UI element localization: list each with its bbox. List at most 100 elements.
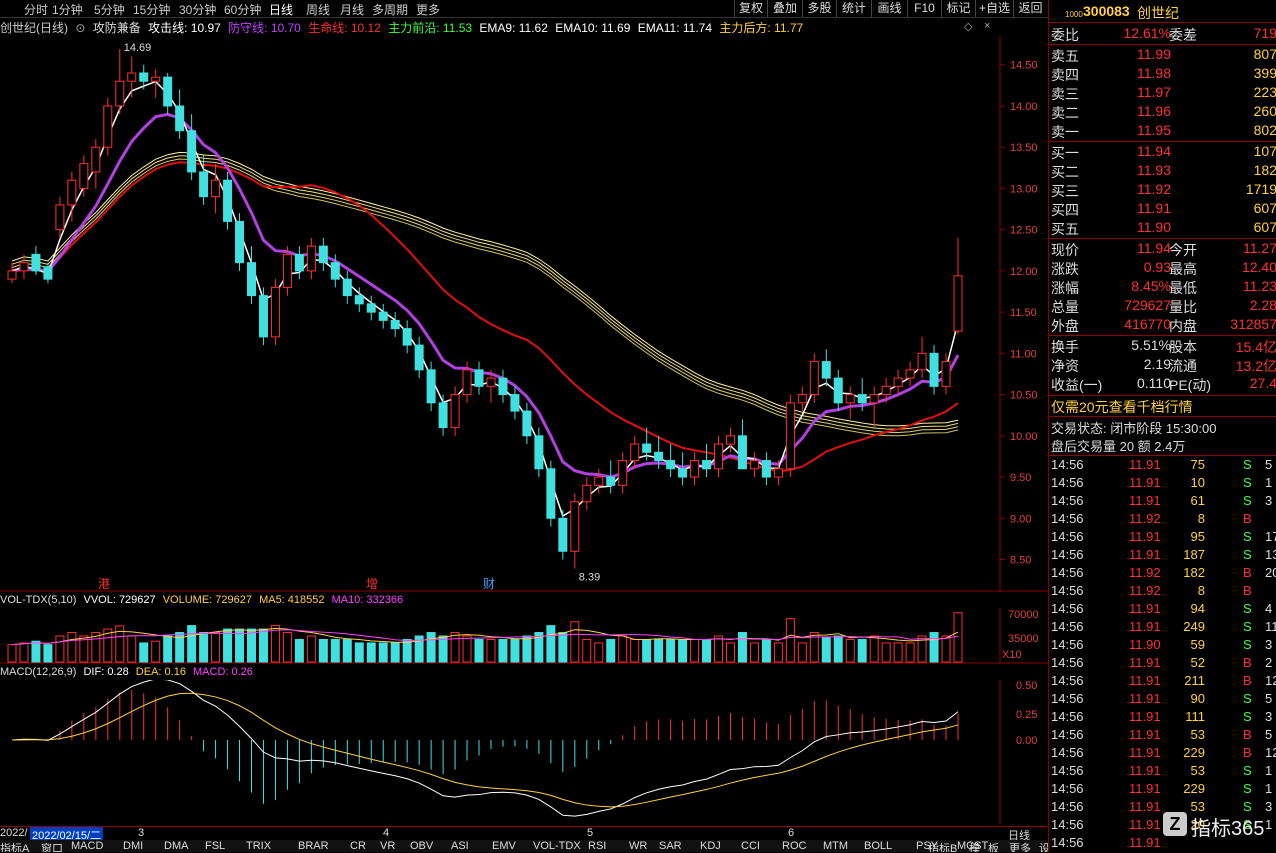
- candle-body[interactable]: [139, 72, 149, 82]
- indicator-tab[interactable]: 模: [969, 840, 980, 852]
- indicator-tab[interactable]: BOLL: [864, 840, 892, 852]
- candle-body[interactable]: [702, 460, 712, 470]
- candle-body[interactable]: [31, 253, 41, 272]
- candle-body[interactable]: [79, 163, 89, 189]
- candle-body[interactable]: [19, 262, 29, 272]
- period-tab[interactable]: 30分钟: [179, 1, 216, 18]
- candle-body[interactable]: [211, 179, 221, 198]
- candle-body[interactable]: [941, 361, 951, 387]
- candle-body[interactable]: [438, 402, 448, 429]
- candle-body[interactable]: [869, 394, 879, 404]
- candle-body[interactable]: [905, 369, 915, 379]
- candle-body[interactable]: [606, 476, 616, 486]
- settings-icon[interactable]: ⊙: [75, 21, 85, 35]
- close-icon[interactable]: ×: [984, 20, 990, 32]
- toolbar-button[interactable]: 复权: [734, 0, 767, 17]
- candle-body[interactable]: [953, 275, 963, 332]
- toolbar-button[interactable]: 标记: [941, 0, 975, 17]
- indicator-tab[interactable]: 更多: [1009, 840, 1031, 852]
- vol-indicator-name[interactable]: VOL-TDX(5,10): [0, 594, 76, 606]
- period-tab[interactable]: 1分钟: [52, 1, 83, 18]
- candle-body[interactable]: [258, 295, 268, 338]
- candle-body[interactable]: [246, 262, 256, 297]
- candle-body[interactable]: [91, 146, 101, 173]
- candle-body[interactable]: [582, 484, 592, 503]
- candle-body[interactable]: [282, 253, 292, 288]
- candle-body[interactable]: [893, 377, 903, 387]
- candle-body[interactable]: [115, 80, 125, 107]
- candle-body[interactable]: [785, 402, 795, 470]
- candle-body[interactable]: [187, 130, 197, 173]
- candle-body[interactable]: [845, 394, 855, 404]
- indicator-tab[interactable]: DMI: [123, 840, 143, 852]
- candle-body[interactable]: [235, 220, 245, 264]
- candle-body[interactable]: [402, 328, 412, 346]
- volume-chart[interactable]: 70000 35000 X10: [0, 608, 1048, 664]
- candle-body[interactable]: [678, 468, 688, 478]
- indicator-tab[interactable]: TRIX: [246, 840, 271, 852]
- candle-body[interactable]: [654, 451, 664, 462]
- candle-body[interactable]: [690, 460, 700, 478]
- candle-body[interactable]: [929, 352, 939, 387]
- candle-body[interactable]: [67, 179, 77, 206]
- candle-body[interactable]: [917, 352, 927, 371]
- indicator-name[interactable]: 攻防兼备: [93, 21, 141, 35]
- indicator-tab[interactable]: CR: [350, 840, 366, 852]
- toolbar-button[interactable]: +自选: [975, 0, 1013, 17]
- toolbar-button[interactable]: 叠加: [767, 0, 802, 17]
- candle-body[interactable]: [330, 262, 340, 280]
- event-mark-fin[interactable]: 财: [483, 577, 495, 591]
- period-tab[interactable]: 更多: [416, 1, 440, 18]
- candle-body[interactable]: [43, 266, 53, 280]
- indicator-tab[interactable]: ROC: [782, 840, 806, 852]
- toolbar-button[interactable]: 返回: [1013, 0, 1047, 17]
- candle-body[interactable]: [199, 171, 209, 198]
- candle-body[interactable]: [474, 369, 484, 387]
- candle-body[interactable]: [666, 460, 676, 470]
- indicator-tab[interactable]: VR: [380, 840, 395, 852]
- macd-chart[interactable]: 0.50 0.25 0.00: [0, 680, 1048, 825]
- toolbar-button[interactable]: 多股: [802, 0, 836, 17]
- indicator-tab[interactable]: RSI: [588, 840, 606, 852]
- candle-body[interactable]: [594, 476, 604, 486]
- candle-body[interactable]: [773, 468, 783, 478]
- candle-body[interactable]: [306, 245, 316, 272]
- candle-body[interactable]: [821, 361, 831, 379]
- candle-body[interactable]: [294, 253, 304, 272]
- candlestick-chart[interactable]: 14.50 14.00 13.50 13.00 12.50 12.00 11.50 11.00…: [0, 36, 1048, 592]
- candle-body[interactable]: [426, 369, 436, 404]
- promo-link[interactable]: 仅需20元查看千档行情: [1051, 397, 1193, 417]
- candle-body[interactable]: [642, 443, 652, 453]
- candle-body[interactable]: [270, 286, 280, 338]
- indicator-tab[interactable]: MACD: [71, 840, 103, 852]
- candle-body[interactable]: [558, 517, 568, 552]
- indicator-tab[interactable]: MTM: [823, 840, 848, 852]
- period-tab[interactable]: 60分钟: [224, 1, 261, 18]
- candle-body[interactable]: [7, 270, 17, 280]
- candle-body[interactable]: [857, 394, 867, 404]
- event-mark-add[interactable]: 增: [366, 577, 378, 591]
- indicator-tab[interactable]: 窗口: [41, 840, 63, 852]
- period-tab[interactable]: 15分钟: [133, 1, 170, 18]
- indicator-tab[interactable]: FSL: [205, 840, 225, 852]
- candle-body[interactable]: [390, 319, 400, 330]
- indicator-tab[interactable]: SAR: [659, 840, 682, 852]
- candle-body[interactable]: [809, 361, 819, 396]
- period-tab[interactable]: 5分钟: [94, 1, 125, 18]
- candle-body[interactable]: [737, 435, 747, 470]
- toolbar-button[interactable]: F10: [907, 0, 941, 17]
- indicator-tab[interactable]: 板: [988, 840, 999, 852]
- event-mark-hk[interactable]: 港: [98, 577, 110, 591]
- candle-body[interactable]: [510, 394, 520, 412]
- candle-body[interactable]: [414, 344, 424, 371]
- indicator-tab[interactable]: 设置: [1039, 840, 1048, 852]
- collapse-icon[interactable]: ◇: [964, 20, 972, 33]
- period-tab[interactable]: 月线: [340, 1, 364, 18]
- candle-body[interactable]: [103, 105, 113, 148]
- candle-body[interactable]: [797, 394, 807, 404]
- period-tab[interactable]: 多周期: [372, 1, 408, 18]
- indicator-tab[interactable]: OBV: [410, 840, 433, 852]
- candle-body[interactable]: [223, 179, 233, 222]
- toolbar-button[interactable]: 画线: [871, 0, 907, 17]
- indicator-tab[interactable]: CCI: [741, 840, 760, 852]
